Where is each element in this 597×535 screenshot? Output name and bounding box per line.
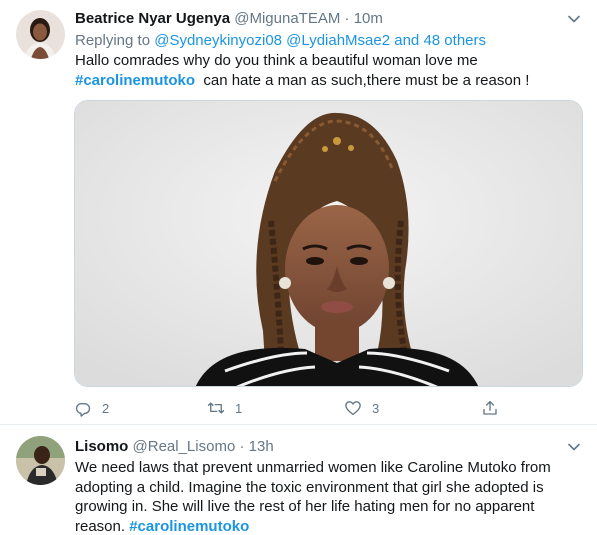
tweet-text-rest: can hate a man as such,there must be a r… — [195, 71, 530, 89]
author-name[interactable]: Beatrice Nyar Ugenya — [75, 10, 230, 27]
share-icon — [483, 400, 497, 415]
avatar[interactable] — [16, 436, 65, 485]
retweet-button[interactable]: 1 — [207, 397, 242, 419]
tweet-2[interactable]: Lisomo @Real_Lisomo · 13h We need laws t… — [0, 426, 597, 535]
replying-to-prefix: Replying to — [75, 32, 155, 49]
tweet-actions: 2 1 3 — [74, 397, 504, 419]
author-handle[interactable]: @Real_Lisomo — [133, 438, 236, 455]
author-handle[interactable]: @MigunaTEAM — [234, 10, 340, 27]
avatar[interactable] — [16, 10, 65, 59]
retweet-icon — [207, 402, 225, 414]
tweet-text-line: #carolinemutoko can hate a man as such,t… — [75, 71, 575, 91]
avatar-image — [16, 10, 65, 59]
tweet-media-image[interactable] — [74, 100, 583, 387]
replying-to-and: and — [390, 32, 424, 49]
reply-icon — [75, 402, 91, 417]
tweet-timestamp[interactable]: 13h — [249, 438, 274, 455]
photo-portrait — [75, 101, 582, 386]
chevron-down-icon[interactable] — [567, 440, 581, 454]
tweet-timestamp[interactable]: 10m — [354, 10, 383, 27]
tweet-header: Beatrice Nyar Ugenya @MigunaTEAM · 10m — [75, 9, 383, 28]
heart-icon — [345, 401, 361, 416]
tweet-1[interactable]: Beatrice Nyar Ugenya @MigunaTEAM · 10m R… — [0, 0, 597, 425]
replying-to: Replying to @Sydneykinyozi08 @LydiahMsae… — [75, 31, 486, 50]
tweet-text: Hallo comrades why do you think a beauti… — [75, 51, 575, 90]
hashtag-link[interactable]: #carolinemutoko — [129, 518, 249, 535]
separator-dot: · — [344, 10, 350, 27]
replying-to-others[interactable]: 48 others — [423, 32, 486, 49]
separator-dot: · — [239, 438, 245, 455]
share-button[interactable] — [481, 397, 499, 419]
chevron-down-icon[interactable] — [567, 12, 581, 26]
like-button[interactable]: 3 — [344, 397, 379, 419]
like-count: 3 — [372, 400, 380, 416]
reply-button[interactable]: 2 — [74, 397, 109, 419]
author-name[interactable]: Lisomo — [75, 438, 128, 455]
tweet-header: Lisomo @Real_Lisomo · 13h — [75, 437, 274, 456]
tweet-text-line: Hallo comrades why do you think a beauti… — [75, 52, 478, 69]
reply-count: 2 — [102, 400, 110, 416]
tweet-text: We need laws that prevent unmarried wome… — [75, 458, 575, 535]
replying-to-users[interactable]: @Sydneykinyozi08 @LydiahMsae2 — [154, 32, 390, 49]
retweet-count: 1 — [235, 400, 243, 416]
hashtag-link[interactable]: #carolinemutoko — [75, 72, 195, 89]
avatar-image — [16, 436, 65, 485]
